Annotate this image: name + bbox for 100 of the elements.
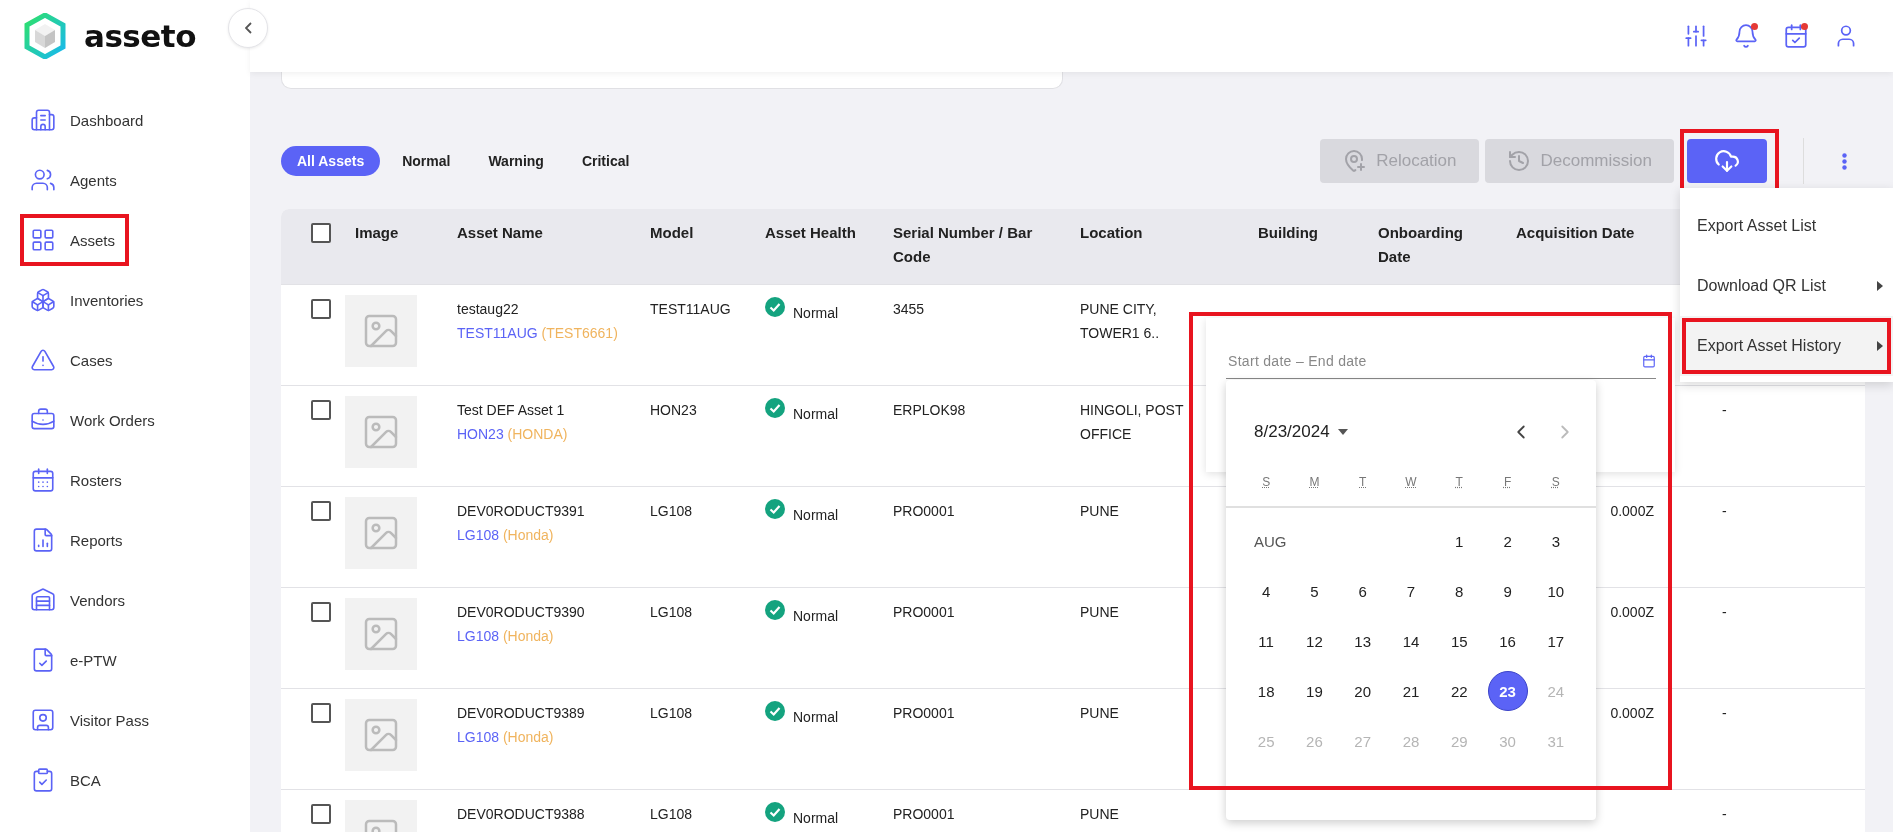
asset-code[interactable]: LG108 — [457, 729, 500, 745]
calendar-day[interactable]: 5 — [1294, 571, 1335, 611]
calendar-icon[interactable] — [1642, 354, 1656, 368]
calendar-day[interactable]: 7 — [1391, 571, 1431, 611]
caret-icon — [1337, 429, 1348, 435]
column-header: Asset Name — [456, 223, 544, 243]
column-header: Acquisition Date — [1515, 223, 1636, 243]
filter-tab[interactable]: Warning — [472, 146, 560, 176]
table-cell-text: HON23 — [649, 401, 698, 420]
asset-code[interactable]: TEST11AUG — [457, 325, 538, 341]
sidebar-item[interactable]: Rosters — [22, 456, 134, 504]
asset-name: DEV0RODUCT9390 — [457, 603, 586, 622]
calendar-day[interactable]: 22 — [1439, 671, 1480, 711]
row-checkbox[interactable] — [311, 602, 331, 622]
row-checkbox[interactable] — [311, 299, 331, 319]
nav-icon — [30, 227, 56, 253]
calendar-day[interactable]: 15 — [1439, 621, 1480, 661]
download-button[interactable] — [1687, 139, 1767, 183]
unread-dot — [1801, 23, 1808, 30]
health-status: Normal — [793, 406, 839, 422]
filter-tab[interactable]: Normal — [386, 146, 467, 176]
check-circle-icon — [765, 499, 785, 519]
sidebar-item[interactable]: Inventories — [22, 276, 156, 324]
calendar-day[interactable]: 8 — [1439, 571, 1480, 611]
table-cell-text: TEST11AUG — [649, 300, 732, 319]
sidebar-item[interactable]: Reports — [22, 516, 135, 564]
table-cell-text: PUNE — [1080, 704, 1119, 723]
asset-code[interactable]: LG108 — [457, 527, 500, 543]
sidebar-item[interactable]: Vendors — [22, 576, 138, 624]
sidebar-item[interactable]: Dashboard — [22, 96, 156, 144]
calendar-day[interactable]: 21 — [1391, 671, 1431, 711]
calendar-day[interactable]: 3 — [1535, 521, 1576, 561]
calendar-day[interactable]: 23 — [1487, 671, 1528, 711]
sidebar-item[interactable]: BCA — [22, 756, 113, 804]
table-cell-text: 3455 — [892, 300, 926, 319]
asset-name: DEV0RODUCT9391 — [457, 502, 586, 521]
filter-tab[interactable]: Critical — [565, 146, 646, 176]
table-cell-text: LG108 — [649, 603, 694, 622]
calendar-day[interactable]: 6 — [1342, 571, 1383, 611]
calendar-day[interactable]: 1 — [1439, 521, 1480, 561]
row-checkbox[interactable] — [311, 804, 331, 824]
bell-button[interactable] — [1732, 22, 1760, 50]
nav-icon — [30, 587, 56, 613]
more-button[interactable] — [1842, 152, 1847, 170]
row-checkbox[interactable] — [311, 703, 331, 723]
calendar-day[interactable]: 12 — [1294, 621, 1335, 661]
menu-item[interactable]: Export Asset History — [1680, 316, 1893, 376]
calendar-day[interactable]: 20 — [1342, 671, 1383, 711]
month-year-selector[interactable]: 8/23/2024 — [1254, 422, 1348, 442]
asset-name: DEV0RODUCT9389 — [457, 704, 586, 723]
more-icon — [1842, 152, 1847, 170]
calendar-check-button[interactable] — [1782, 22, 1810, 50]
row-checkbox[interactable] — [311, 501, 331, 521]
cloud-download-icon — [1714, 148, 1740, 174]
calendar-day[interactable]: 17 — [1535, 621, 1576, 661]
asset-brand: (Honda) — [502, 628, 554, 644]
sidebar-item[interactable]: Cases — [22, 336, 125, 384]
table-cell: - — [1722, 402, 1727, 418]
menu-item[interactable]: Download QR List — [1680, 256, 1893, 316]
sidebar-item[interactable]: Assets — [22, 216, 127, 264]
menu-item[interactable]: Export Asset List — [1680, 196, 1893, 256]
calendar-day[interactable]: 11 — [1246, 621, 1287, 661]
table-cell-text: PUNE — [1080, 502, 1119, 521]
calendar-day[interactable]: 18 — [1246, 671, 1287, 711]
table-cell-text: PUNE CITY, TOWER1 6.. — [1080, 300, 1161, 343]
calendar-day[interactable]: 13 — [1342, 621, 1383, 661]
calendar-day[interactable]: 4 — [1246, 571, 1287, 611]
row-checkbox[interactable] — [311, 400, 331, 420]
calendar-day[interactable]: 10 — [1535, 571, 1576, 611]
calendar-day[interactable]: 16 — [1487, 621, 1528, 661]
weekday-label: T — [1358, 475, 1368, 489]
sliders-button[interactable] — [1682, 22, 1710, 50]
calendar-day[interactable]: 9 — [1487, 571, 1528, 611]
submenu-caret-icon — [1877, 341, 1883, 351]
table-cell-text: HINGOLI, POST OFFICE — [1080, 401, 1185, 444]
column-header: Onboarding Date — [1377, 223, 1464, 267]
table-cell-text: PUNE — [1080, 805, 1119, 824]
sidebar-item[interactable]: Work Orders — [22, 396, 167, 444]
column-header: Location — [1079, 223, 1144, 243]
table-cell-text: ERPLOK98 — [892, 401, 967, 420]
calendar-day[interactable]: 14 — [1391, 621, 1431, 661]
asset-code[interactable]: LG108 — [457, 628, 500, 644]
calendar-day[interactable]: 2 — [1487, 521, 1528, 561]
table-cell-text: LG108 — [649, 704, 694, 723]
table-cell-text: PRO0001 — [892, 704, 956, 723]
weekday-label: F — [1502, 475, 1513, 489]
column-header: Image — [354, 223, 400, 243]
sidebar-item[interactable]: Visitor Pass — [22, 696, 161, 744]
select-all-checkbox[interactable] — [311, 223, 331, 243]
history-icon — [1506, 149, 1531, 173]
calendar-check-icon — [1783, 23, 1809, 49]
sidebar-item[interactable]: e-PTW — [22, 636, 129, 684]
calendar-day[interactable]: 19 — [1294, 671, 1335, 711]
bell-icon — [1733, 23, 1759, 49]
month-label: AUG — [1253, 532, 1288, 550]
pin-plus-icon — [1342, 149, 1367, 173]
date-range-input[interactable]: Start date – End date — [1226, 352, 1642, 370]
asset-code[interactable]: HON23 — [457, 426, 504, 442]
sidebar-item[interactable]: Agents — [22, 156, 129, 204]
filter-tab[interactable]: All Assets — [281, 146, 381, 176]
